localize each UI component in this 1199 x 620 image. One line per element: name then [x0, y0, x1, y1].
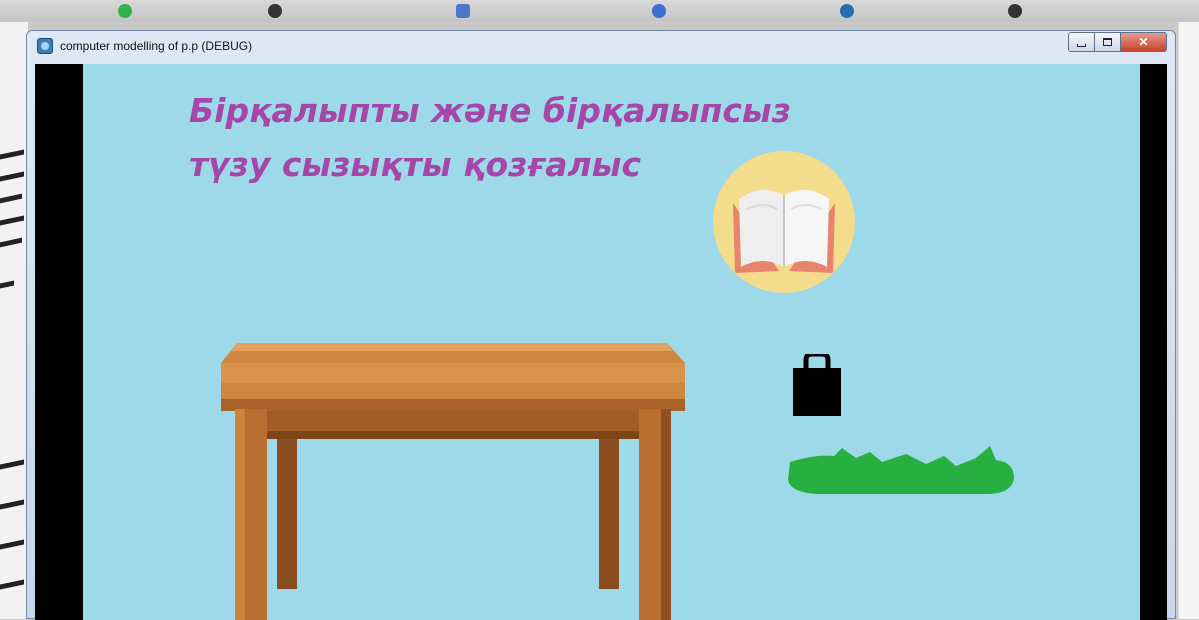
host-background-window [1178, 22, 1199, 619]
app-window: computer modelling of p.p (DEBUG) ✕ Бірқ… [26, 30, 1176, 620]
decorative-stripe [0, 237, 22, 248]
globe-icon [840, 4, 854, 18]
table-sprite[interactable] [221, 339, 691, 620]
decorative-stripe [0, 171, 24, 182]
decorative-stripe [0, 499, 24, 510]
window-titlebar[interactable]: computer modelling of p.p (DEBUG) ✕ [27, 31, 1175, 61]
game-canvas[interactable]: Бірқалыпты және бірқалыпсыз түзу сызықты… [83, 64, 1140, 620]
host-tab[interactable] [652, 0, 671, 22]
user-icon [652, 4, 666, 18]
decorative-stripe [0, 149, 24, 160]
maximize-icon [1103, 38, 1112, 46]
maximize-button[interactable] [1095, 32, 1121, 52]
grass-platform[interactable] [786, 440, 1016, 496]
app-icon [37, 38, 53, 54]
window-controls: ✕ [1068, 32, 1167, 52]
host-tab[interactable] [1008, 0, 1027, 22]
whatsapp-icon [118, 4, 132, 18]
bag-icon[interactable] [792, 354, 842, 416]
heading-line-1: Бірқалыпты және бірқалыпсыз [189, 91, 791, 130]
decorative-stripe [0, 280, 14, 289]
decorative-stripe [0, 215, 24, 226]
github-icon [1008, 4, 1022, 18]
minimize-icon [1077, 43, 1086, 47]
decorative-stripe [0, 539, 24, 550]
decorative-stripe [0, 459, 24, 470]
github-icon [268, 4, 282, 18]
minimize-button[interactable] [1068, 32, 1095, 52]
decorative-stripe [0, 579, 24, 590]
host-browser-tab-strip [0, 0, 1199, 22]
scene-heading: Бірқалыпты және бірқалыпсыз түзу сызықты… [189, 84, 791, 192]
close-icon: ✕ [1138, 35, 1149, 49]
window-title: computer modelling of p.p (DEBUG) [60, 39, 253, 53]
heading-line-2: түзу сызықты қозғалыс [189, 145, 642, 184]
host-background-window [0, 22, 28, 619]
host-tab[interactable] [456, 0, 475, 22]
book-icon[interactable] [713, 151, 855, 293]
host-tab[interactable] [118, 0, 137, 22]
host-tab[interactable] [840, 0, 859, 22]
decorative-stripe [0, 193, 22, 204]
infinity-icon [456, 4, 470, 18]
host-tab[interactable] [268, 0, 287, 22]
close-button[interactable]: ✕ [1121, 32, 1167, 52]
game-viewport: Бірқалыпты және бірқалыпсыз түзу сызықты… [35, 64, 1167, 620]
